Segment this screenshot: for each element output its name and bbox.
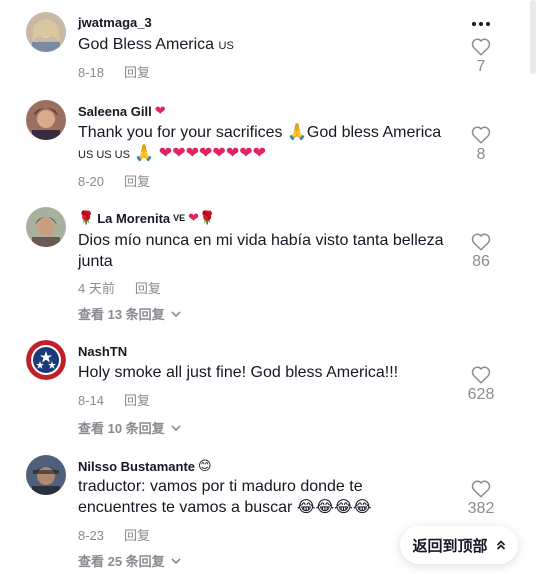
like-button[interactable]: 628 <box>466 366 496 404</box>
username-text[interactable]: Nilsso Bustamante <box>78 459 195 474</box>
comment-body-line-1: Thank you for your sacrifices 🙏God bless… <box>78 124 442 141</box>
back-to-top-button[interactable]: 返回到顶部 <box>400 526 518 564</box>
heart-outline-icon[interactable] <box>471 233 491 251</box>
reply-button[interactable]: 回复 <box>124 174 150 189</box>
comment-date: 8-14 <box>78 393 105 408</box>
chevron-down-icon[interactable] <box>171 310 181 318</box>
scrollbar[interactable] <box>530 0 536 74</box>
reply-button[interactable]: 回复 <box>124 393 150 408</box>
like-count: 8 <box>476 146 486 163</box>
reply-button[interactable]: 回复 <box>135 281 161 296</box>
heart-emoji: ❤ <box>154 103 166 118</box>
comment-date: 4 天前 <box>78 281 115 296</box>
username[interactable]: NashTN <box>78 344 127 359</box>
comment-date: 8-23 <box>78 528 105 543</box>
comment-body-line-2: US US US 🙏 ❤❤❤❤❤❤❤❤ <box>78 143 464 166</box>
like-button[interactable]: 382 <box>466 480 496 518</box>
view-replies-label[interactable]: 查看 25 条回复 <box>78 551 165 570</box>
like-count: 7 <box>476 58 486 75</box>
view-replies-button[interactable]: 查看 25 条回复 <box>78 551 181 570</box>
rose-emoji: 🌹 <box>78 210 95 225</box>
reply-button[interactable]: 回复 <box>124 65 150 80</box>
view-replies-label[interactable]: 查看 13 条回复 <box>78 304 165 323</box>
chevron-down-icon[interactable] <box>171 557 181 565</box>
like-button[interactable]: 7 <box>466 38 496 76</box>
view-replies-label[interactable]: 查看 10 条回复 <box>78 418 165 437</box>
heart-outline-icon[interactable] <box>471 126 491 144</box>
comment-date: 8-18 <box>78 65 105 80</box>
dot <box>486 22 490 26</box>
heart-outline-icon[interactable] <box>471 366 491 384</box>
like-count: 382 <box>467 500 495 517</box>
comment-meta: 8-18 回复 <box>78 62 150 81</box>
comment-body: God Bless America <box>78 36 219 53</box>
username-text[interactable]: NashTN <box>78 344 127 359</box>
back-to-top-label[interactable]: 返回到顶部 <box>412 535 487 556</box>
like-button[interactable]: 86 <box>466 233 496 271</box>
username-text[interactable]: La Morenita <box>97 211 170 226</box>
avatar[interactable] <box>26 340 66 380</box>
heart-rose-emoji: ❤🌹 <box>188 210 216 225</box>
like-count: 628 <box>467 386 495 403</box>
comment-text: traductor: vamos por ti maduro donde te … <box>78 478 372 516</box>
username-text[interactable]: jwatmaga_3 <box>78 15 152 30</box>
dot <box>479 22 483 26</box>
avatar[interactable] <box>26 207 66 247</box>
flag-emoji: VE <box>173 213 186 223</box>
comment-meta: 8-20 回复 <box>78 171 150 190</box>
double-chevron-up-icon[interactable] <box>496 539 506 551</box>
comment-meta: 8-23 回复 <box>78 525 150 544</box>
view-replies-button[interactable]: 查看 10 条回复 <box>78 418 181 437</box>
flag-emoji: US US US <box>78 149 130 161</box>
comment-text: God Bless America US <box>78 34 464 57</box>
comment-meta: 8-14 回复 <box>78 390 150 409</box>
emoji-line: 🙏 ❤❤❤❤❤❤❤❤ <box>129 145 267 162</box>
username-text[interactable]: Saleena Gill <box>78 104 152 119</box>
avatar[interactable] <box>26 100 66 140</box>
heart-outline-icon[interactable] <box>471 38 491 56</box>
username[interactable]: Nilsso Bustamante 😊 <box>78 458 212 474</box>
dot <box>472 22 476 26</box>
comment-text: Holy smoke all just fine! God bless Amer… <box>78 364 399 381</box>
avatar[interactable] <box>26 12 66 52</box>
like-count: 86 <box>472 253 490 270</box>
comment-date: 8-20 <box>78 174 105 189</box>
chevron-down-icon[interactable] <box>171 424 181 432</box>
view-replies-button[interactable]: 查看 13 条回复 <box>78 304 181 323</box>
username[interactable]: 🌹 La Morenita VE ❤🌹 <box>78 210 215 226</box>
like-button[interactable]: 8 <box>466 126 496 164</box>
avatar[interactable] <box>26 455 66 495</box>
username[interactable]: jwatmaga_3 <box>78 15 152 30</box>
flag-emoji: US <box>218 40 234 52</box>
comment-meta: 4 天前 回复 <box>78 278 161 297</box>
username[interactable]: Saleena Gill ❤ <box>78 103 166 119</box>
more-options-button[interactable] <box>466 14 496 34</box>
heart-outline-icon[interactable] <box>471 480 491 498</box>
comment-text: Dios mío nunca en mi vida había visto ta… <box>78 232 444 270</box>
smile-emoji: 😊 <box>198 458 212 473</box>
comment-text: Thank you for your sacrifices 🙏God bless… <box>78 122 464 166</box>
reply-button[interactable]: 回复 <box>124 528 150 543</box>
